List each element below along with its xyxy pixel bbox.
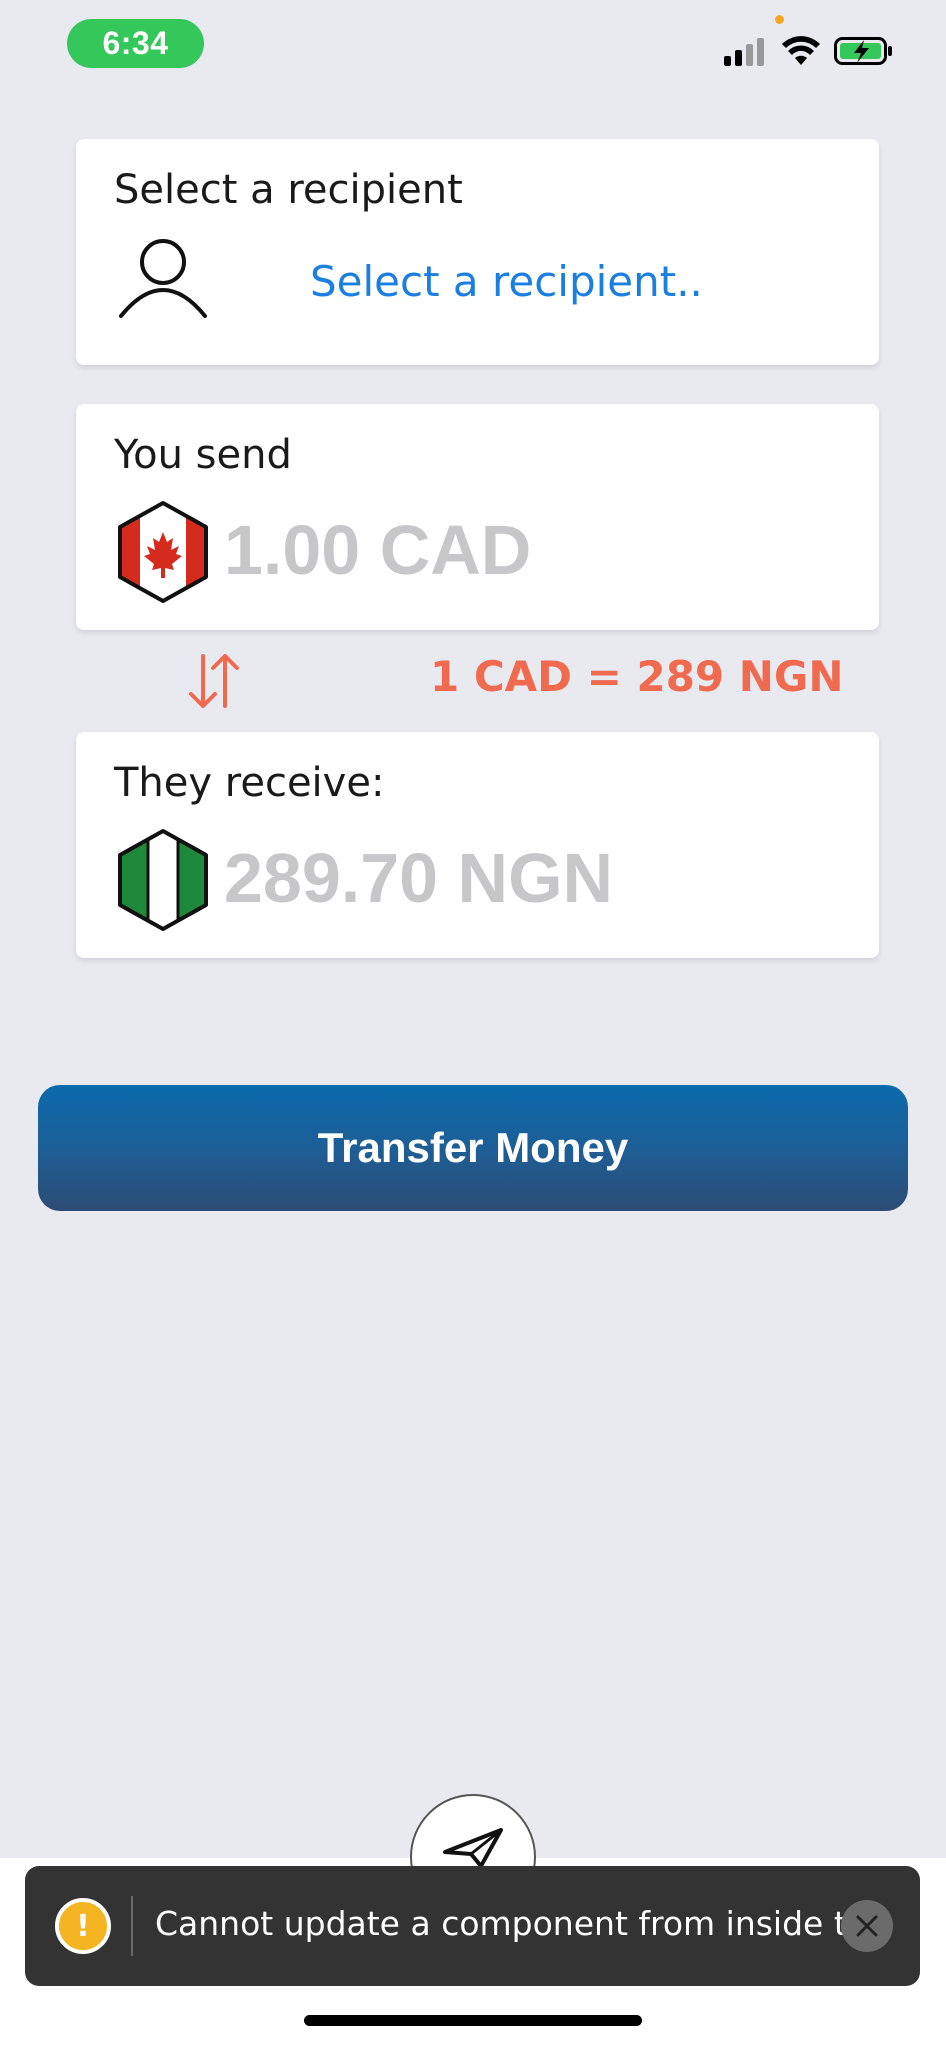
recipient-card-label: Select a recipient bbox=[114, 167, 463, 213]
status-time: 6:34 bbox=[67, 19, 204, 68]
send-card: You send bbox=[76, 404, 879, 630]
canada-flag-icon[interactable] bbox=[116, 500, 210, 604]
select-recipient-link[interactable]: Select a recipient.. bbox=[310, 257, 703, 306]
close-icon bbox=[856, 1915, 878, 1937]
privacy-indicator-dot bbox=[775, 15, 784, 24]
receive-card-label: They receive: bbox=[114, 760, 385, 806]
receive-amount-input[interactable] bbox=[224, 838, 824, 918]
receive-card: They receive: bbox=[76, 732, 879, 958]
toast-message[interactable]: Cannot update a component from inside t.… bbox=[155, 1904, 878, 1943]
warning-icon: ! bbox=[55, 1898, 111, 1954]
toast-divider bbox=[131, 1896, 133, 1956]
exchange-rate-text: 1 CAD = 289 NGN bbox=[430, 652, 844, 701]
send-amount-input[interactable] bbox=[224, 510, 824, 590]
swap-arrows-icon[interactable] bbox=[186, 652, 242, 710]
paper-plane-icon bbox=[443, 1828, 503, 1866]
transfer-money-button[interactable]: Transfer Money bbox=[38, 1085, 908, 1211]
home-indicator bbox=[304, 2015, 642, 2026]
status-icons bbox=[724, 33, 894, 69]
wifi-icon bbox=[782, 36, 820, 65]
error-toast[interactable]: ! Cannot update a component from inside … bbox=[25, 1866, 920, 1986]
battery-charging-icon bbox=[834, 37, 892, 65]
nigeria-flag-icon[interactable] bbox=[116, 828, 210, 932]
send-card-label: You send bbox=[114, 432, 292, 478]
person-icon bbox=[119, 239, 207, 318]
toast-close-button[interactable] bbox=[841, 1900, 893, 1952]
cellular-signal-icon bbox=[724, 38, 764, 66]
recipient-card[interactable]: Select a recipient Select a recipient.. bbox=[76, 139, 879, 365]
